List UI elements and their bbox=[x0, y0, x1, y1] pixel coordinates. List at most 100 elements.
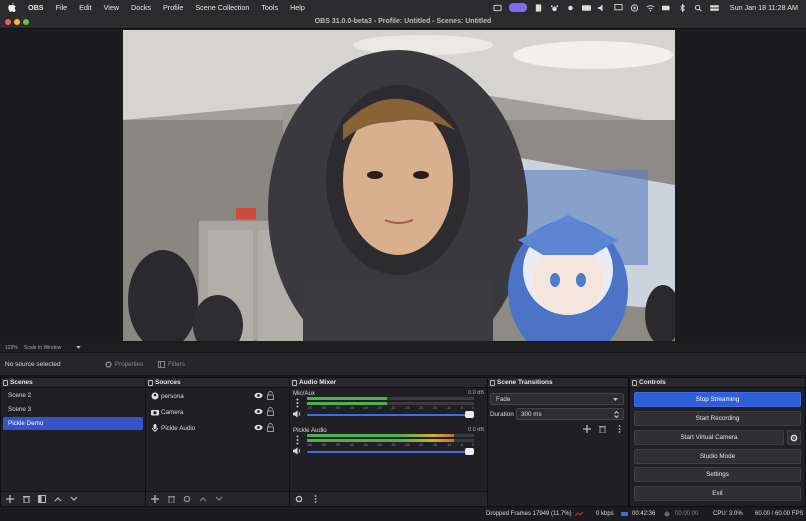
volume-slider-handle[interactable] bbox=[465, 448, 474, 455]
brightness-icon[interactable] bbox=[566, 4, 575, 12]
scene-item[interactable]: Scene 3 bbox=[3, 403, 143, 416]
menu-help[interactable]: Help bbox=[290, 3, 305, 12]
scale-tick-label: -40 bbox=[362, 406, 368, 410]
transition-menu-icon[interactable] bbox=[618, 425, 621, 433]
visibility-eye-icon[interactable] bbox=[254, 424, 263, 431]
properties-button[interactable]: Properties bbox=[101, 358, 147, 371]
exit-button[interactable]: Exit bbox=[634, 486, 801, 501]
menu-edit[interactable]: Edit bbox=[79, 3, 91, 12]
camera-feed-image bbox=[123, 30, 675, 341]
menu-view[interactable]: View bbox=[104, 3, 119, 12]
bluetooth-icon[interactable] bbox=[678, 3, 687, 12]
paw-icon[interactable] bbox=[550, 4, 559, 12]
wifi-icon[interactable] bbox=[646, 4, 655, 12]
source-properties-button[interactable] bbox=[182, 494, 192, 504]
fps: 60.00 / 60.00 FPS bbox=[755, 511, 804, 517]
scene-item-selected[interactable]: Pickle Demo bbox=[3, 417, 143, 430]
scene-filters-button[interactable] bbox=[37, 494, 47, 504]
add-transition-icon[interactable] bbox=[583, 425, 591, 433]
advanced-audio-button[interactable] bbox=[294, 494, 304, 504]
wallet-icon[interactable] bbox=[581, 4, 591, 12]
gear-icon bbox=[105, 361, 112, 368]
screen-record-icon[interactable] bbox=[493, 4, 502, 12]
menu-scene-collection[interactable]: Scene Collection bbox=[195, 3, 249, 12]
preview-canvas[interactable] bbox=[123, 30, 675, 341]
dock-icon bbox=[148, 380, 153, 386]
studio-mode-button[interactable]: Studio Mode bbox=[634, 449, 801, 464]
scale-tick-label: -20 bbox=[418, 406, 424, 410]
volume-slider-handle[interactable] bbox=[465, 411, 474, 418]
mixer-channel-pickle-audio: Pickle Audio 0.0 dB -60 -55 -50 -45 -40 -35 -3… bbox=[290, 425, 487, 462]
move-scene-up-button[interactable] bbox=[53, 494, 63, 504]
start-virtual-camera-button[interactable]: Start Virtual Camera bbox=[634, 430, 784, 445]
kebab-menu-icon bbox=[314, 495, 316, 503]
transition-select[interactable]: Fade bbox=[490, 393, 624, 405]
cpu-usage: CPU: 3.0% bbox=[713, 511, 743, 517]
audio-meter bbox=[307, 402, 474, 405]
scenes-dock: Scenes Scene 2 Scene 3 Pickle Demo bbox=[0, 377, 146, 507]
mixer-menu-button[interactable] bbox=[310, 494, 320, 504]
filters-button[interactable]: Filters bbox=[154, 358, 189, 371]
search-icon[interactable] bbox=[694, 4, 703, 12]
scale-tick-label: -30 bbox=[390, 443, 396, 447]
start-recording-button[interactable]: Start Recording bbox=[634, 411, 801, 426]
menu-profile[interactable]: Profile bbox=[163, 3, 183, 12]
preview-zoom-bar: 123% Scale to Window bbox=[0, 343, 806, 352]
document-icon[interactable] bbox=[534, 3, 543, 12]
remove-transition-icon[interactable] bbox=[599, 425, 606, 433]
channel-name: Pickle Audio bbox=[293, 427, 327, 434]
kebab-menu-icon[interactable] bbox=[296, 398, 299, 408]
move-source-down-button[interactable] bbox=[214, 494, 224, 504]
move-scene-down-button[interactable] bbox=[69, 494, 79, 504]
apple-icon[interactable] bbox=[8, 3, 16, 12]
add-source-button[interactable] bbox=[150, 494, 160, 504]
gear-icon bbox=[295, 495, 303, 503]
lock-icon[interactable] bbox=[267, 407, 274, 416]
battery-icon[interactable] bbox=[661, 4, 671, 12]
menu-app-name[interactable]: OBS bbox=[28, 3, 44, 12]
settings-button[interactable]: Settings bbox=[634, 467, 801, 482]
duration-input[interactable]: 300 ms bbox=[516, 408, 624, 420]
menu-file[interactable]: File bbox=[56, 3, 68, 12]
volume-icon[interactable] bbox=[597, 3, 607, 12]
zoom-level: 123% bbox=[5, 345, 18, 351]
preview-area[interactable] bbox=[0, 29, 806, 343]
display-icon[interactable] bbox=[614, 3, 623, 12]
scale-tick-label: -40 bbox=[362, 443, 368, 447]
menu-tools[interactable]: Tools bbox=[261, 3, 278, 12]
visibility-eye-icon[interactable] bbox=[254, 392, 263, 399]
kebab-menu-icon[interactable] bbox=[296, 435, 299, 445]
source-item-persona[interactable]: persona bbox=[146, 388, 289, 404]
control-center-icon[interactable] bbox=[709, 4, 719, 12]
scene-item[interactable]: Scene 2 bbox=[3, 389, 143, 402]
visibility-eye-icon[interactable] bbox=[254, 408, 263, 415]
scale-mode-select[interactable]: Scale to Window bbox=[24, 345, 61, 351]
duration-label: Duration bbox=[490, 411, 514, 418]
volume-slider[interactable] bbox=[307, 414, 474, 416]
obs-status-pill-icon[interactable] bbox=[508, 3, 527, 12]
scene-transitions-header: Scene Transitions bbox=[488, 378, 628, 388]
scale-tick-label: -35 bbox=[376, 443, 382, 447]
stream-status-icon bbox=[621, 512, 628, 516]
play-icon[interactable] bbox=[630, 3, 639, 12]
volume-icon[interactable] bbox=[293, 410, 302, 418]
source-item-pickle-audio[interactable]: Pickle Audio bbox=[146, 420, 289, 436]
stop-streaming-button[interactable]: Stop Streaming bbox=[634, 392, 801, 407]
volume-slider[interactable] bbox=[307, 451, 474, 453]
lock-icon[interactable] bbox=[267, 391, 274, 400]
controls-header: Controls bbox=[630, 378, 805, 388]
menu-docks[interactable]: Docks bbox=[131, 3, 151, 12]
virtual-camera-settings-button[interactable] bbox=[787, 430, 801, 445]
trash-icon bbox=[167, 496, 175, 503]
source-item-camera[interactable]: Camera bbox=[146, 404, 289, 420]
move-source-up-button[interactable] bbox=[198, 494, 208, 504]
lock-icon[interactable] bbox=[267, 423, 274, 432]
add-scene-button[interactable] bbox=[5, 494, 15, 504]
volume-icon[interactable] bbox=[293, 447, 302, 455]
stepper-icon[interactable] bbox=[614, 411, 619, 418]
menubar-clock[interactable]: Sun Jan 18 11:28 AM bbox=[730, 3, 798, 12]
remove-scene-button[interactable] bbox=[21, 494, 31, 504]
remove-source-button[interactable] bbox=[166, 494, 176, 504]
chevron-down-icon[interactable] bbox=[76, 346, 81, 349]
camera-icon bbox=[151, 410, 159, 416]
